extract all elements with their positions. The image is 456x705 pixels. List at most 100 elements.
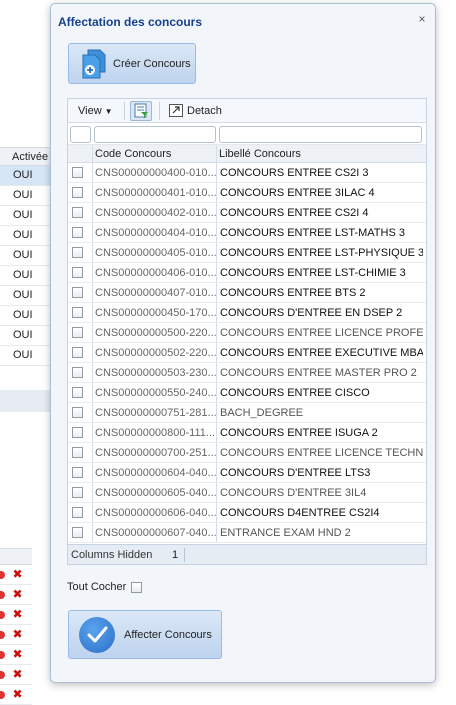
table-row[interactable]: CNS00000000800-111... CONCOURS ENTREE ISU… xyxy=(68,423,426,443)
background-lower-header xyxy=(0,549,32,565)
table-row[interactable]: CNS00000000400-010... CONCOURS ENTREE CS2… xyxy=(68,163,426,183)
row-checkbox[interactable] xyxy=(72,347,83,358)
column-divider xyxy=(92,423,93,442)
row-checkbox[interactable] xyxy=(72,327,83,338)
row-checkbox[interactable] xyxy=(72,267,83,278)
delete-icon[interactable]: ✖ xyxy=(12,588,23,600)
column-divider xyxy=(216,383,217,402)
row-checkbox[interactable] xyxy=(72,287,83,298)
delete-icon[interactable]: ✖ xyxy=(12,608,23,620)
background-row[interactable]: OUI xyxy=(0,286,52,306)
row-checkbox[interactable] xyxy=(72,447,83,458)
libelle-cell: CONCOURS ENTREE EXECUTIVE MBA xyxy=(220,347,423,359)
table-row[interactable]: CNS00000000405-010... CONCOURS ENTREE LST… xyxy=(68,243,426,263)
table-row[interactable]: CNS00000000401-010... CONCOURS ENTREE 3IL… xyxy=(68,183,426,203)
row-checkbox[interactable] xyxy=(72,387,83,398)
view-menu-button[interactable]: View ▼ xyxy=(78,105,113,117)
background-column-header: Activée xyxy=(0,148,52,166)
column-divider xyxy=(216,223,217,242)
column-divider xyxy=(92,223,93,242)
background-lower-row: ✖ xyxy=(0,585,32,605)
row-checkbox[interactable] xyxy=(72,467,83,478)
table-row[interactable]: CNS00000000450-170... CONCOURS D'ENTREE E… xyxy=(68,303,426,323)
create-concours-button[interactable]: Créer Concours xyxy=(68,43,196,84)
detach-label: Detach xyxy=(187,104,222,117)
libelle-cell: ENTRANCE EXAM HND 2 xyxy=(220,527,351,539)
column-headers: Code Concours Libellé Concours xyxy=(68,145,426,163)
code-cell: CNS00000000400-010... xyxy=(95,167,217,179)
delete-icon[interactable]: ✖ xyxy=(12,668,23,680)
row-checkbox[interactable] xyxy=(72,307,83,318)
background-row[interactable]: OUI xyxy=(0,346,52,366)
column-divider xyxy=(92,145,93,162)
row-checkbox[interactable] xyxy=(72,487,83,498)
column-divider xyxy=(92,483,93,502)
delete-icon[interactable]: ✖ xyxy=(12,648,23,660)
libelle-cell: CONCOURS D'ENTREE 3IL4 xyxy=(220,487,367,499)
background-row[interactable]: OUI xyxy=(0,246,52,266)
column-divider xyxy=(216,483,217,502)
row-checkbox[interactable] xyxy=(72,247,83,258)
table-row[interactable]: CNS00000000606-040... CONCOURS D4ENTREE C… xyxy=(68,503,426,523)
row-checkbox[interactable] xyxy=(72,167,83,178)
code-cell: CNS00000000401-010... xyxy=(95,187,217,199)
column-divider xyxy=(216,523,217,542)
row-checkbox[interactable] xyxy=(72,427,83,438)
row-checkbox[interactable] xyxy=(72,207,83,218)
background-row[interactable]: OUI xyxy=(0,206,52,226)
table-row[interactable]: CNS00000000402-010... CONCOURS ENTREE CS2… xyxy=(68,203,426,223)
delete-icon[interactable]: ✖ xyxy=(12,688,23,700)
libelle-filter-input[interactable] xyxy=(219,126,422,143)
libelle-column-header[interactable]: Libellé Concours xyxy=(219,148,301,160)
table-row[interactable]: CNS00000000604-040... CONCOURS D'ENTREE L… xyxy=(68,463,426,483)
libelle-cell: CONCOURS ENTREE BTS 2 xyxy=(220,287,366,299)
grid-body: CNS00000000400-010... CONCOURS ENTREE CS2… xyxy=(68,163,426,543)
delete-icon[interactable]: ✖ xyxy=(12,568,23,580)
table-row[interactable]: CNS00000000503-230... CONCOURS ENTREE MAS… xyxy=(68,363,426,383)
row-checkbox[interactable] xyxy=(72,527,83,538)
row-checkbox[interactable] xyxy=(72,367,83,378)
table-row[interactable]: CNS00000000751-281... BACH_DEGREE xyxy=(68,403,426,423)
background-row[interactable]: OUI xyxy=(0,266,52,286)
row-checkbox[interactable] xyxy=(72,507,83,518)
background-row[interactable]: OUI xyxy=(0,306,52,326)
column-divider xyxy=(92,243,93,262)
delete-icon[interactable]: ✖ xyxy=(12,628,23,640)
checkbox-filter-input[interactable] xyxy=(70,126,91,143)
background-row[interactable]: OUI xyxy=(0,166,52,186)
new-document-icon xyxy=(81,49,107,79)
background-row[interactable]: OUI xyxy=(0,186,52,206)
row-checkbox[interactable] xyxy=(72,227,83,238)
code-cell: CNS00000000606-040... xyxy=(95,507,217,519)
code-filter-input[interactable] xyxy=(94,126,216,143)
row-checkbox[interactable] xyxy=(72,187,83,198)
select-all-checkbox[interactable] xyxy=(131,581,143,593)
table-row[interactable]: CNS00000000407-010... CONCOURS ENTREE BTS… xyxy=(68,283,426,303)
background-row[interactable]: OUI xyxy=(0,226,52,246)
background-row[interactable]: OUI xyxy=(0,326,52,346)
row-checkbox[interactable] xyxy=(72,407,83,418)
libelle-cell: CONCOURS ENTREE LST-PHYSIQUE 3 xyxy=(220,247,423,259)
affectation-dialog: Affectation des concours × Créer Concour… xyxy=(50,3,436,683)
code-column-header[interactable]: Code Concours xyxy=(95,148,171,160)
table-row[interactable]: CNS00000000700-251... CONCOURS ENTREE LIC… xyxy=(68,443,426,463)
column-divider xyxy=(216,423,217,442)
libelle-cell: CONCOURS D4ENTREE CS2I4 xyxy=(220,507,380,519)
table-row[interactable]: CNS00000000550-240... CONCOURS ENTREE CIS… xyxy=(68,383,426,403)
column-divider xyxy=(92,323,93,342)
detach-button[interactable]: Detach xyxy=(169,104,222,117)
table-row[interactable]: CNS00000000500-220... CONCOURS ENTREE LIC… xyxy=(68,323,426,343)
affect-concours-button[interactable]: Affecter Concours xyxy=(68,610,222,659)
filter-toggle-button[interactable] xyxy=(130,101,152,121)
column-divider xyxy=(216,323,217,342)
table-row[interactable]: CNS00000000404-010... CONCOURS ENTREE LST… xyxy=(68,223,426,243)
libelle-cell: CONCOURS ENTREE ISUGA 2 xyxy=(220,427,378,439)
table-row[interactable]: CNS00000000406-010... CONCOURS ENTREE LST… xyxy=(68,263,426,283)
background-lower-row: ✖ xyxy=(0,685,32,705)
status-dot-icon xyxy=(0,591,5,599)
table-row[interactable]: CNS00000000502-220... CONCOURS ENTREE EXE… xyxy=(68,343,426,363)
table-row[interactable]: CNS00000000605-040... CONCOURS D'ENTREE 3… xyxy=(68,483,426,503)
dialog-title: Affectation des concours xyxy=(58,15,203,29)
close-icon[interactable]: × xyxy=(416,13,428,25)
table-row[interactable]: CNS00000000607-040... ENTRANCE EXAM HND 2 xyxy=(68,523,426,543)
